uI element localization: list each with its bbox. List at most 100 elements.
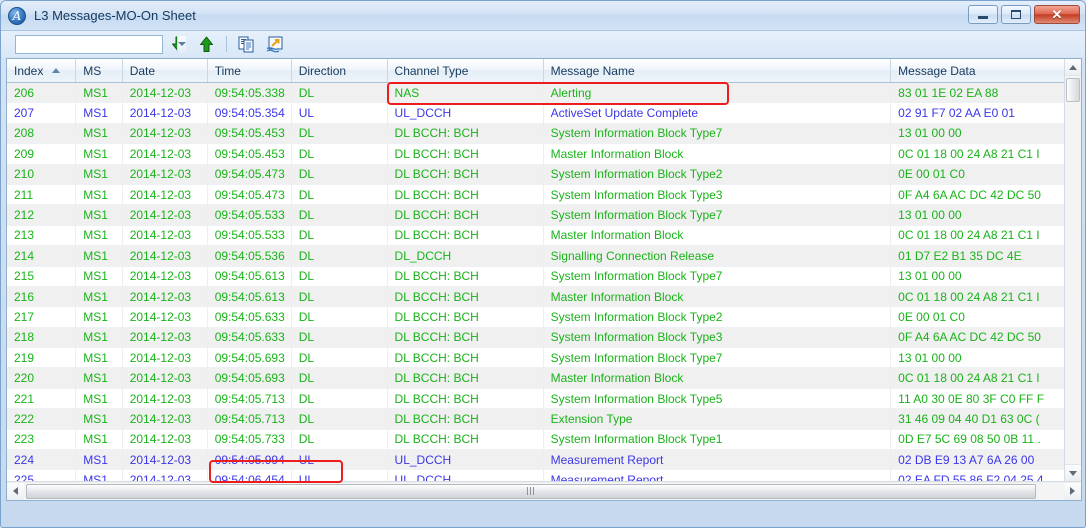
column-header-index[interactable]: Index xyxy=(7,59,77,82)
cell-ms: MS1 xyxy=(76,347,123,368)
window-title: L3 Messages-MO-On Sheet xyxy=(34,8,196,23)
column-header-ms[interactable]: MS xyxy=(76,59,123,82)
column-header-time[interactable]: Time xyxy=(207,59,292,82)
cell-index: 206 xyxy=(7,83,77,103)
cell-direction: DL xyxy=(292,347,388,368)
table-row[interactable]: 214 MS1 2014-12-03 09:54:05.536 DL DL_DCCH Sig… xyxy=(7,245,1064,267)
cell-index: 212 xyxy=(7,205,77,226)
table-row[interactable]: 206 MS1 2014-12-03 09:54:05.338 DL NAS Alertin… xyxy=(7,83,1064,104)
grid-body[interactable]: 206 MS1 2014-12-03 09:54:05.338 DL NAS Alertin… xyxy=(7,83,1064,481)
cell-direction: DL xyxy=(292,143,388,164)
vertical-scrollbar[interactable] xyxy=(1064,59,1081,481)
grid-main: Index MS Date Time Direction Channel Typ… xyxy=(7,59,1064,481)
cell-channel: DL BCCH: BCH xyxy=(388,266,544,287)
table-row[interactable]: 221 MS1 2014-12-03 09:54:05.713 DL DL BCCH: B… xyxy=(7,388,1064,410)
cell-date: 2014-12-03 xyxy=(123,164,208,185)
cell-channel: DL BCCH: BCH xyxy=(388,408,544,429)
caption-button-group: ✕ xyxy=(968,5,1080,24)
column-header-date[interactable]: Date xyxy=(122,59,208,82)
cell-date: 2014-12-03 xyxy=(123,266,208,287)
table-row[interactable]: 208 MS1 2014-12-03 09:54:05.453 DL DL BCCH: B… xyxy=(7,123,1064,145)
scroll-down-button[interactable] xyxy=(1065,464,1081,481)
title-bar[interactable]: A L3 Messages-MO-On Sheet ✕ xyxy=(1,1,1085,31)
cell-message: Signalling Connection Release xyxy=(544,245,892,266)
export-icon xyxy=(266,36,283,52)
vertical-scroll-thumb[interactable] xyxy=(1066,78,1080,102)
green-up-arrow-icon xyxy=(199,36,213,52)
cell-ms: MS1 xyxy=(76,184,123,205)
column-header-direction[interactable]: Direction xyxy=(291,59,388,82)
cell-message: Master Information Block xyxy=(544,368,892,389)
cell-channel: DL BCCH: BCH xyxy=(388,184,544,205)
cell-message: System Information Block Type3 xyxy=(544,184,892,205)
table-row[interactable]: 225 MS1 2014-12-03 09:54:06.454 UL UL_DCCH Mea… xyxy=(7,470,1064,481)
cell-direction: DL xyxy=(292,307,388,327)
cell-time: 09:54:05.613 xyxy=(208,266,292,287)
column-header-message-name[interactable]: Message Name xyxy=(543,59,892,82)
vertical-scroll-track[interactable] xyxy=(1065,76,1081,464)
table-row[interactable]: 218 MS1 2014-12-03 09:54:05.633 DL DL BCCH: B… xyxy=(7,327,1064,349)
cell-ms: MS1 xyxy=(76,470,123,481)
filter-combobox[interactable] xyxy=(15,34,186,54)
cell-index: 218 xyxy=(7,327,77,348)
cell-channel: UL_DCCH xyxy=(388,103,544,124)
cell-index: 211 xyxy=(7,184,77,205)
horizontal-scroll-track[interactable] xyxy=(24,482,1064,500)
app-logo-icon: A xyxy=(8,6,26,25)
table-row[interactable]: 211 MS1 2014-12-03 09:54:05.473 DL DL BCCH: B… xyxy=(7,184,1064,206)
cell-date: 2014-12-03 xyxy=(123,429,208,450)
cell-message: ActiveSet Update Complete xyxy=(544,103,892,124)
cell-message: System Information Block Type2 xyxy=(544,307,892,327)
export-button[interactable] xyxy=(262,32,288,56)
column-header-message-data[interactable]: Message Data xyxy=(891,59,1064,82)
maximize-button[interactable] xyxy=(1001,5,1031,24)
copy-button[interactable] xyxy=(234,32,260,56)
cell-date: 2014-12-03 xyxy=(123,327,208,348)
filter-input[interactable] xyxy=(16,35,177,53)
table-row[interactable]: 212 MS1 2014-12-03 09:54:05.533 DL DL BCCH: B… xyxy=(7,205,1064,226)
table-row[interactable]: 223 MS1 2014-12-03 09:54:05.733 DL DL BCCH: B… xyxy=(7,429,1064,451)
cell-message: Measurement Report xyxy=(544,449,892,470)
table-row[interactable]: 224 MS1 2014-12-03 09:54:05.994 UL UL_DCCH Mea… xyxy=(7,449,1064,471)
cell-channel: DL BCCH: BCH xyxy=(388,143,544,164)
table-row[interactable]: 217 MS1 2014-12-03 09:54:05.633 DL DL BCCH: B… xyxy=(7,307,1064,328)
cell-direction: DL xyxy=(292,225,388,246)
table-row[interactable]: 215 MS1 2014-12-03 09:54:05.613 DL DL BCCH: B… xyxy=(7,266,1064,287)
table-row[interactable]: 220 MS1 2014-12-03 09:54:05.693 DL DL BCCH: B… xyxy=(7,368,1064,389)
cell-index: 223 xyxy=(7,429,77,450)
table-row[interactable]: 210 MS1 2014-12-03 09:54:05.473 DL DL BCCH: B… xyxy=(7,164,1064,185)
cell-date: 2014-12-03 xyxy=(123,245,208,266)
find-previous-button[interactable] xyxy=(193,32,219,56)
cell-ms: MS1 xyxy=(76,429,123,450)
cell-ms: MS1 xyxy=(76,205,123,226)
scroll-left-button[interactable] xyxy=(7,482,24,500)
maximize-icon xyxy=(1011,10,1021,19)
cell-data: 13 01 00 00 xyxy=(898,350,962,365)
horizontal-scroll-thumb[interactable] xyxy=(26,483,1036,499)
table-row[interactable]: 222 MS1 2014-12-03 09:54:05.713 DL DL BCCH: B… xyxy=(7,408,1064,430)
minimize-button[interactable] xyxy=(968,5,998,24)
table-row[interactable]: 209 MS1 2014-12-03 09:54:05.453 DL DL BCCH: B… xyxy=(7,143,1064,165)
message-grid: Index MS Date Time Direction Channel Typ… xyxy=(6,58,1082,501)
cell-date: 2014-12-03 xyxy=(123,205,208,226)
cell-ms: MS1 xyxy=(76,164,123,185)
chevron-down-icon[interactable] xyxy=(177,35,186,53)
table-row[interactable]: 219 MS1 2014-12-03 09:54:05.693 DL DL BCCH: B… xyxy=(7,347,1064,369)
cell-message: Alerting xyxy=(544,83,892,103)
horizontal-scrollbar[interactable] xyxy=(7,481,1081,500)
cell-message: Master Information Block xyxy=(544,143,892,164)
table-row[interactable]: 207 MS1 2014-12-03 09:54:05.354 UL UL_DCCH Act… xyxy=(7,103,1064,124)
cell-channel: UL_DCCH xyxy=(388,470,544,481)
table-row[interactable]: 216 MS1 2014-12-03 09:54:05.613 DL DL BCCH: B… xyxy=(7,286,1064,308)
column-header-channel-type[interactable]: Channel Type xyxy=(387,59,544,82)
cell-date: 2014-12-03 xyxy=(123,388,208,409)
close-button[interactable]: ✕ xyxy=(1034,5,1080,24)
cell-ms: MS1 xyxy=(76,327,123,348)
scroll-right-button[interactable] xyxy=(1064,482,1081,500)
scroll-up-button[interactable] xyxy=(1065,59,1081,76)
cell-data: 31 46 09 04 40 D1 63 0C ( xyxy=(898,411,1040,426)
cell-date: 2014-12-03 xyxy=(123,123,208,144)
close-icon: ✕ xyxy=(1051,7,1063,22)
cell-date: 2014-12-03 xyxy=(123,143,208,164)
table-row[interactable]: 213 MS1 2014-12-03 09:54:05.533 DL DL BCCH: B… xyxy=(7,225,1064,247)
